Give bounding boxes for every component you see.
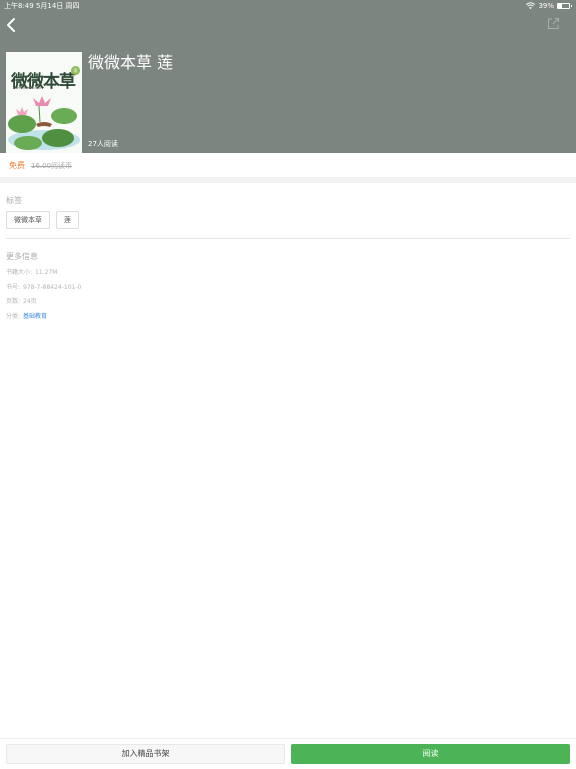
- divider: [6, 238, 570, 239]
- price-row: 免费 16.00阅读币: [0, 153, 576, 177]
- info-value: 11.27M: [35, 269, 58, 276]
- bottom-action-bar: 加入精品书架 阅读: [0, 738, 576, 769]
- reader-count: 27人阅读: [88, 140, 118, 148]
- tag-item[interactable]: 莲: [56, 211, 79, 229]
- read-button[interactable]: 阅读: [291, 744, 570, 764]
- category-link[interactable]: 基础教育: [23, 313, 47, 320]
- info-key: 书号:: [6, 284, 21, 291]
- tags-section-label: 标签: [6, 196, 22, 205]
- info-value: 978-7-88424-101-0: [23, 284, 82, 291]
- book-cover[interactable]: 微微本草 莲 WEI WEI BEN CAO: [6, 52, 82, 153]
- battery-fill: [558, 4, 563, 8]
- tag-item[interactable]: 微微本草: [6, 211, 50, 229]
- book-title: 微微本草 莲: [88, 53, 174, 72]
- book-header: 上午8:49 5月14日 周四 39% 微微本草 莲 WEI WEI BEN C…: [0, 0, 576, 153]
- cover-badge: 莲: [71, 66, 80, 75]
- info-row-pages: 页数: 24页: [6, 296, 37, 305]
- tag-list: 微微本草 莲: [6, 211, 79, 229]
- info-key: 书籍大小:: [6, 269, 33, 276]
- price-original: 16.00阅读币: [31, 162, 73, 170]
- price-free-label: 免费: [9, 161, 25, 170]
- info-row-isbn: 书号: 978-7-88424-101-0: [6, 282, 81, 291]
- battery-percent: 39%: [538, 2, 554, 10]
- add-to-shelf-button[interactable]: 加入精品书架: [6, 744, 285, 764]
- info-key: 页数:: [6, 298, 21, 305]
- wifi-icon: [526, 2, 536, 10]
- cover-subtitle: WEI WEI BEN CAO: [14, 86, 42, 90]
- section-separator: [0, 177, 576, 183]
- info-key: 分类:: [6, 313, 21, 320]
- share-icon[interactable]: [547, 17, 560, 30]
- lotus-illustration: [6, 94, 82, 153]
- status-bar: 上午8:49 5月14日 周四 39%: [0, 0, 576, 12]
- status-time-date: 上午8:49 5月14日 周四: [4, 2, 80, 10]
- info-row-category: 分类: 基础教育: [6, 311, 47, 320]
- more-info-label: 更多信息: [6, 252, 38, 261]
- battery-icon: [557, 3, 572, 9]
- info-row-size: 书籍大小: 11.27M: [6, 267, 57, 276]
- status-right: 39%: [526, 0, 572, 12]
- chevron-left-icon[interactable]: [5, 17, 17, 33]
- info-value: 24页: [23, 298, 37, 305]
